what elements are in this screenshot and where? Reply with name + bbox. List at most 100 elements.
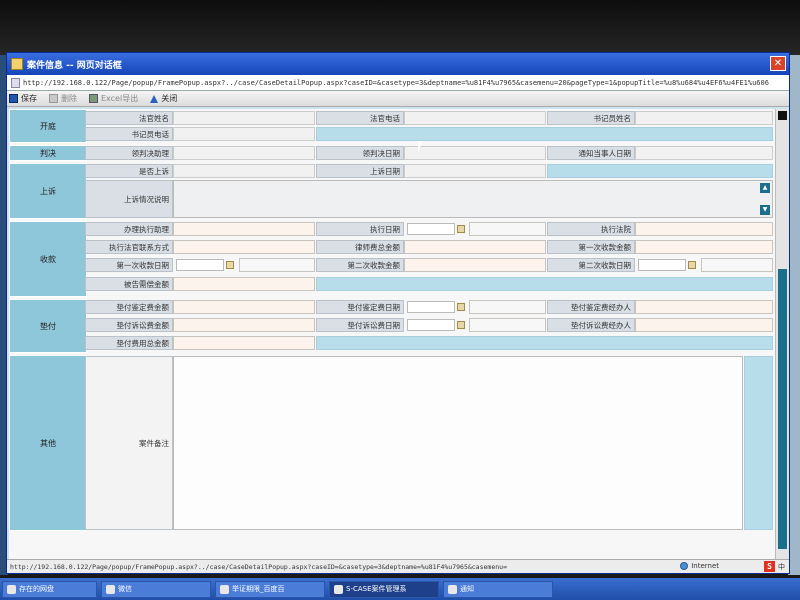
taskbar-item[interactable]: 存在的网盘: [2, 580, 97, 598]
calendar-icon[interactable]: [688, 261, 696, 269]
blank-cell: [469, 222, 546, 236]
appeal-desc-textarea[interactable]: ▲ ▼: [173, 180, 773, 218]
receive-judgment-field[interactable]: [173, 146, 315, 160]
calendar-icon[interactable]: [457, 303, 465, 311]
exec-judge-contact-field[interactable]: [173, 240, 315, 254]
save-button[interactable]: 保存: [9, 93, 37, 104]
dialog-window: 案件信息 -- 网页对话框 ✕ http://192.168.0.122/Pag…: [6, 52, 790, 574]
appraisal-handler-field[interactable]: [635, 300, 773, 314]
close-window-button[interactable]: ✕: [770, 56, 786, 71]
receive-date-label: 领判决日期: [316, 146, 404, 160]
section-shoukuan: 收款: [9, 221, 87, 297]
title-bar: 案件信息 -- 网页对话框: [7, 53, 789, 75]
taskbar-item[interactable]: 微信: [101, 580, 211, 598]
delete-icon: [49, 94, 58, 103]
exec-date-label: 执行日期: [316, 222, 404, 236]
folder-icon: [448, 584, 457, 594]
taskbar-item[interactable]: 通知: [443, 580, 553, 598]
judge-name-field[interactable]: [173, 111, 315, 125]
appeal-desc-label: 上诉情况说明: [85, 180, 173, 218]
exec-assistant-field[interactable]: [173, 222, 315, 236]
receive-judgment-label: 领判决助理: [85, 146, 173, 160]
judge-phone-field[interactable]: [404, 111, 546, 125]
up-arrow-icon: [150, 94, 159, 103]
clerk-phone-field[interactable]: [173, 127, 315, 141]
appraisal-date-input[interactable]: [407, 301, 455, 313]
blank-cell: [316, 336, 773, 350]
blank-cell: [744, 356, 773, 530]
first-date-input[interactable]: [176, 259, 224, 271]
textarea-scroll-up[interactable]: ▲: [760, 183, 770, 193]
status-url: http://192.168.0.122/Page/popup/FramePop…: [10, 562, 507, 571]
lawyer-fee-total-label: 律师费总金额: [316, 240, 404, 254]
close-button[interactable]: 关闭: [150, 93, 177, 104]
ime-indicator[interactable]: S 中: [764, 561, 785, 572]
status-bar: http://192.168.0.122/Page/popup/FramePop…: [7, 559, 789, 573]
taskbar-item[interactable]: 举证期限_百度百: [215, 580, 325, 598]
defendant-amount-field[interactable]: [173, 277, 315, 291]
first-amount-label: 第一次收款金额: [547, 240, 635, 254]
second-date-input[interactable]: [638, 259, 686, 271]
section-qita: 其他: [9, 355, 87, 531]
delete-button[interactable]: 删除: [49, 93, 77, 104]
is-appeal-field[interactable]: [173, 164, 315, 178]
case-form: 开庭 法官姓名 法官电话 书记员姓名 书记员电话 判决 领判决助理 领判决日期 …: [9, 109, 775, 561]
clerk-name-label: 书记员姓名: [547, 111, 635, 125]
exec-assistant-label: 办理执行助理: [85, 222, 173, 236]
litigation-date-input[interactable]: [407, 319, 455, 331]
excel-icon: [89, 94, 98, 103]
exec-court-label: 执行法院: [547, 222, 635, 236]
app-icon: [7, 584, 16, 594]
calendar-icon[interactable]: [457, 225, 465, 233]
app-icon: [11, 58, 23, 70]
is-appeal-label: 是否上诉: [85, 164, 173, 178]
lawyer-fee-total-field[interactable]: [404, 240, 546, 254]
blank-cell: [316, 277, 773, 291]
appeal-date-label: 上诉日期: [316, 164, 404, 178]
advance-total-label: 垫付费用总金额: [85, 336, 173, 350]
taskbar-item[interactable]: S-CASE案件管理系: [329, 580, 439, 598]
second-date-label: 第二次收款日期: [547, 258, 635, 272]
appeal-date-field[interactable]: [404, 164, 546, 178]
litigation-amount-field[interactable]: [173, 318, 315, 332]
blank-cell: [239, 258, 315, 272]
exec-court-field[interactable]: [635, 222, 773, 236]
exec-date-input[interactable]: [407, 223, 455, 235]
litigation-handler-label: 垫付诉讼费经办人: [547, 318, 635, 332]
calendar-icon[interactable]: [457, 321, 465, 329]
scrollbar-top-marker: [778, 111, 787, 120]
page-icon: [11, 77, 20, 88]
address-bar: http://192.168.0.122/Page/popup/FramePop…: [7, 75, 789, 91]
scrollbar-thumb[interactable]: [778, 269, 787, 549]
browser-icon: [334, 584, 343, 594]
litigation-amount-label: 垫付诉讼费金额: [85, 318, 173, 332]
clerk-name-field[interactable]: [635, 111, 773, 125]
advance-total-field[interactable]: [173, 336, 315, 350]
excel-export-button[interactable]: Excel导出: [89, 93, 138, 104]
form-scrollbar[interactable]: [775, 109, 789, 561]
litigation-handler-field[interactable]: [635, 318, 773, 332]
section-panjue: 判决: [9, 145, 87, 161]
defendant-amount-label: 被告需偿金额: [85, 277, 173, 291]
appraisal-handler-label: 垫付鉴定费经办人: [547, 300, 635, 314]
first-date-label: 第一次收款日期: [85, 258, 173, 272]
section-dianfu: 垫付: [9, 299, 87, 353]
calendar-icon[interactable]: [226, 261, 234, 269]
toolbar: 保存 删除 Excel导出 关闭: [7, 91, 789, 107]
address-url: http://192.168.0.122/Page/popup/FramePop…: [23, 78, 769, 87]
remarks-textarea[interactable]: [173, 356, 743, 530]
judge-phone-label: 法官电话: [316, 111, 404, 125]
second-amount-field[interactable]: [404, 258, 546, 272]
notify-date-field[interactable]: [635, 146, 773, 160]
blank-cell: [547, 164, 773, 178]
section-shangsu: 上诉: [9, 163, 87, 219]
wechat-icon: [106, 584, 115, 594]
save-icon: [9, 94, 18, 103]
taskbar: 存在的网盘 微信 举证期限_百度百 S-CASE案件管理系 通知: [0, 578, 800, 600]
receive-date-field[interactable]: [404, 146, 546, 160]
litigation-date-label: 垫付诉讼费日期: [316, 318, 404, 332]
textarea-scroll-down[interactable]: ▼: [760, 205, 770, 215]
first-amount-field[interactable]: [635, 240, 773, 254]
exec-judge-contact-label: 执行法官联系方式: [85, 240, 173, 254]
appraisal-amount-field[interactable]: [173, 300, 315, 314]
